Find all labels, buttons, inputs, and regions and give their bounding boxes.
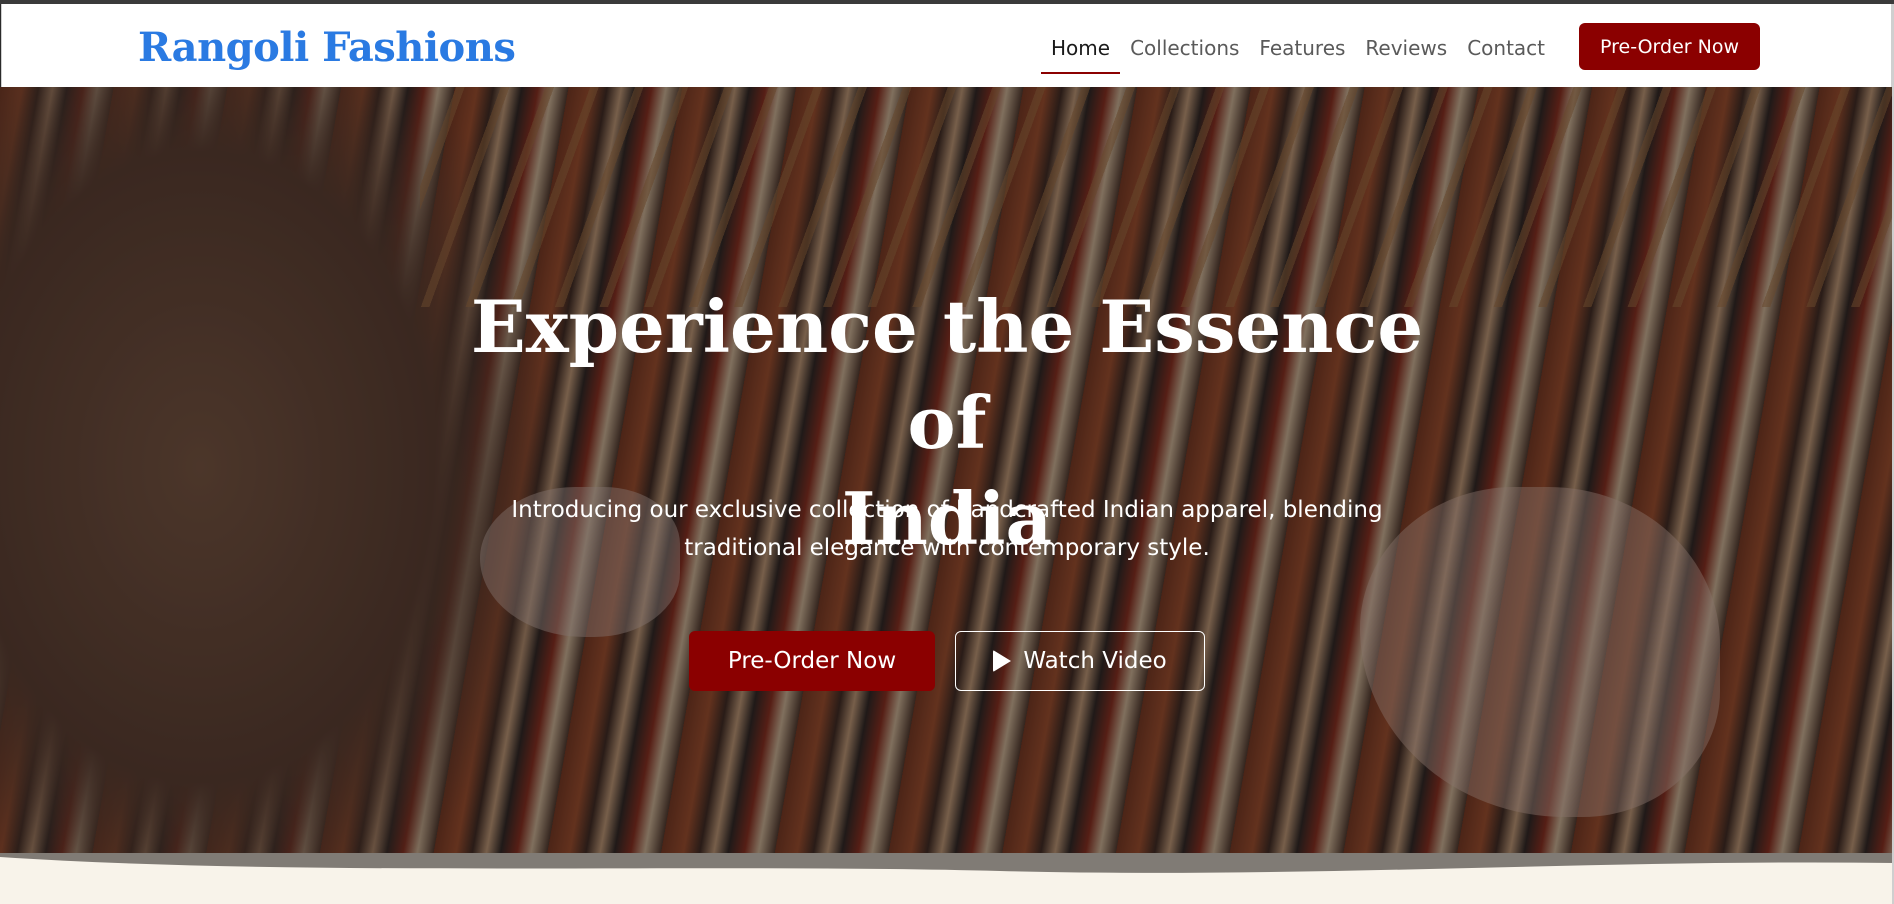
section-divider-wave [0, 853, 1894, 881]
hero-subtitle-line: Introducing our exclusive collection of … [511, 497, 1383, 523]
nav-link-collections[interactable]: Collections [1120, 28, 1249, 72]
nav-link-home[interactable]: Home [1041, 28, 1121, 74]
play-icon [993, 650, 1012, 672]
brand-logo[interactable]: Rangoli Fashions [138, 24, 516, 71]
nav-link-features[interactable]: Features [1249, 28, 1355, 72]
hero-title-line: Experience the Essence of [470, 284, 1424, 465]
watch-video-label: Watch Video [1023, 648, 1167, 674]
nav-link-reviews[interactable]: Reviews [1355, 28, 1457, 72]
watch-video-button[interactable]: Watch Video [955, 631, 1205, 691]
navbar: Rangoli Fashions Home Collections Featur… [1, 4, 1892, 87]
hero-subtitle-line: traditional elegance with contemporary s… [684, 535, 1210, 561]
hero-section: Experience the Essence of India Introduc… [0, 87, 1894, 853]
hero-subtitle: Introducing our exclusive collection of … [447, 491, 1447, 567]
nav-link-contact[interactable]: Contact [1457, 28, 1555, 72]
hero-preorder-button[interactable]: Pre-Order Now [689, 631, 935, 691]
nav-preorder-button[interactable]: Pre-Order Now [1579, 23, 1760, 70]
nav-links: Home Collections Features Reviews Contac… [1041, 28, 1555, 74]
